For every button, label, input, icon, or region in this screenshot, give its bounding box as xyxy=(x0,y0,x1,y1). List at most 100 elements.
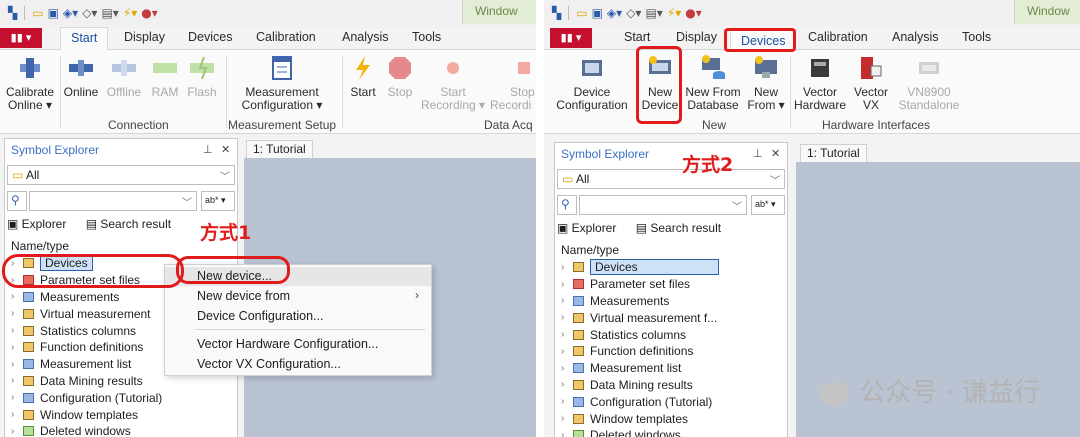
tab-analysis[interactable]: Analysis xyxy=(892,30,939,44)
close-icon[interactable]: ✕ xyxy=(221,143,230,156)
file-button[interactable]: ▮▮ ▾ xyxy=(550,28,592,48)
tab-analysis[interactable]: Analysis xyxy=(342,30,389,44)
find-icon[interactable]: ⚲ xyxy=(557,195,577,215)
tab-display[interactable]: Display xyxy=(676,30,717,44)
tree-item-deleted-windows[interactable]: › Deleted windows xyxy=(561,427,781,437)
start-button[interactable]: Start xyxy=(346,54,380,99)
close-icon[interactable]: ✕ xyxy=(771,147,780,160)
tree-item-virtual-measurement[interactable]: › Virtual measurement f... xyxy=(561,309,781,326)
submenu-arrow-icon: › xyxy=(415,288,419,302)
symbol-explorer-title: Symbol Explorer ⊥ ✕ xyxy=(561,147,781,161)
document-tab[interactable]: 1: Tutorial xyxy=(800,144,867,162)
open-icon[interactable]: ▭ xyxy=(576,6,587,20)
annotation-circle-new-device xyxy=(176,256,290,284)
save-icon[interactable]: ▣ xyxy=(48,6,59,20)
column-header: Name/type xyxy=(561,243,620,257)
group-new: New xyxy=(702,118,727,132)
window-tab[interactable]: Window xyxy=(1014,0,1080,24)
tab-start[interactable]: Start xyxy=(624,30,650,44)
lightning-icon[interactable]: ⚡▾ xyxy=(667,6,681,20)
filter-dropdown[interactable]: ▭ All ﹀ xyxy=(7,165,235,185)
subtab-search-result[interactable]: ▤ Search result xyxy=(636,221,729,235)
menu-item-new-device-from[interactable]: New device from › xyxy=(165,287,431,306)
vector-vx-button[interactable]: Vector VX xyxy=(850,54,892,112)
tab-calibration[interactable]: Calibration xyxy=(256,30,316,44)
lightning-icon xyxy=(356,56,370,80)
flash-icon xyxy=(190,56,214,80)
tab-calibration[interactable]: Calibration xyxy=(808,30,868,44)
tree-item-devices[interactable]: › Devices xyxy=(561,259,781,276)
tree-item-deleted-windows[interactable]: › Deleted windows xyxy=(11,423,231,437)
lightning-icon[interactable]: ⚡▾ xyxy=(123,6,137,20)
tab-tools[interactable]: Tools xyxy=(962,30,991,44)
tree-item-function-definitions[interactable]: › Function definitions xyxy=(561,343,781,360)
stop-recording-button[interactable]: Stop Recordi xyxy=(490,54,536,112)
offline-icon xyxy=(112,60,136,76)
device-configuration-button[interactable]: Device Configuration xyxy=(550,54,634,112)
filter-dropdown[interactable]: ▭ All ﹀ xyxy=(557,169,785,189)
menu-item-vector-vx-configuration[interactable]: Vector VX Configuration... xyxy=(165,355,431,374)
pin-icon[interactable]: ⊥ xyxy=(753,147,763,160)
subtab-search-result[interactable]: ▤ Search result xyxy=(86,217,179,231)
start-recording-button[interactable]: Start Recording ▾ xyxy=(420,54,486,112)
document-tab[interactable]: 1: Tutorial xyxy=(246,140,313,158)
connect-icon[interactable]: ◈▾ xyxy=(607,6,622,20)
watermark: 公众号 · 谦益行 xyxy=(819,372,1040,409)
device-configuration-icon xyxy=(582,60,602,76)
group-data-acq: Data Acq xyxy=(484,118,533,132)
offline-button[interactable]: Offline xyxy=(104,54,144,99)
tree-item-window-templates[interactable]: › Window templates xyxy=(11,406,231,423)
tree-item-parameter-set-files[interactable]: › Parameter set files xyxy=(561,276,781,293)
tree-item-configuration[interactable]: › Configuration (Tutorial) xyxy=(561,393,781,410)
tree-item-measurements[interactable]: › Measurements xyxy=(561,293,781,310)
tree-item-configuration[interactable]: › Configuration (Tutorial) xyxy=(11,389,231,406)
online-button[interactable]: Online xyxy=(62,54,100,99)
tab-start-active[interactable]: Start xyxy=(60,27,109,51)
search-input[interactable]: ﹀ xyxy=(579,195,747,215)
measurement-configuration-button[interactable]: Measurement Configuration ▾ xyxy=(232,54,332,112)
record-icon[interactable]: ●▾ xyxy=(685,6,702,20)
ram-button[interactable]: RAM xyxy=(148,54,182,99)
app-icon: ▚ xyxy=(552,6,562,20)
menu-item-vector-hardware-configuration[interactable]: Vector Hardware Configuration... xyxy=(165,335,431,354)
flash-button[interactable]: Flash xyxy=(184,54,220,99)
stop-record-icon xyxy=(518,62,530,74)
tab-display[interactable]: Display xyxy=(124,30,165,44)
disconnect-icon[interactable]: ◇▾ xyxy=(626,6,641,20)
quick-access-toolbar: ▚ ▭ ▣ ◈▾ ◇▾ ▤▾ ⚡▾ ●▾ xyxy=(0,0,536,26)
save-icon[interactable]: ▣ xyxy=(592,6,603,20)
disconnect-icon[interactable]: ◇▾ xyxy=(82,6,97,20)
tree-item-window-templates[interactable]: › Window templates xyxy=(561,410,781,427)
explorer-subtabs: ▣ Explorer ▤ Search result xyxy=(7,217,187,235)
connect-icon[interactable]: ◈▾ xyxy=(63,6,78,20)
tab-tools[interactable]: Tools xyxy=(412,30,441,44)
tree-item-data-mining-results[interactable]: › Data Mining results xyxy=(561,377,781,394)
new-from-database-button[interactable]: New From Database xyxy=(684,54,742,112)
vector-hardware-button[interactable]: Vector Hardware xyxy=(794,54,846,112)
file-button[interactable]: ▮▮ ▾ xyxy=(0,28,42,48)
new-from-button[interactable]: New From ▾ xyxy=(746,54,786,112)
new-from-icon xyxy=(755,56,777,78)
vn8900-standalone-button[interactable]: VN8900 Standalone xyxy=(894,54,964,112)
record-icon[interactable]: ●▾ xyxy=(141,6,158,20)
ribbon: Calibrate Online ▾ Online Offline RAM Fla… xyxy=(0,50,536,134)
ab-filter-button[interactable]: ab* ▾ xyxy=(751,195,785,215)
menu-item-device-configuration[interactable]: Device Configuration... xyxy=(165,307,431,326)
wechat-icon xyxy=(819,381,850,406)
calibrate-online-button[interactable]: Calibrate Online ▾ xyxy=(2,54,58,112)
window-tab[interactable]: Window xyxy=(462,0,536,24)
open-icon[interactable]: ▭ xyxy=(32,6,43,20)
stop-button[interactable]: Stop xyxy=(384,54,416,99)
search-input[interactable]: ﹀ xyxy=(29,191,197,211)
tab-devices[interactable]: Devices xyxy=(188,30,232,44)
ab-filter-button[interactable]: ab* ▾ xyxy=(201,191,235,211)
window-icon[interactable]: ▤▾ xyxy=(645,6,662,20)
pin-icon[interactable]: ⊥ xyxy=(203,143,213,156)
window-icon[interactable]: ▤▾ xyxy=(101,6,118,20)
subtab-explorer[interactable]: ▣ Explorer xyxy=(7,217,74,231)
tree-item-statistics-columns[interactable]: › Statistics columns xyxy=(561,326,781,343)
calibrate-icon xyxy=(20,58,40,78)
subtab-explorer[interactable]: ▣ Explorer xyxy=(557,221,624,235)
find-icon[interactable]: ⚲ xyxy=(7,191,27,211)
tree-item-measurement-list[interactable]: › Measurement list xyxy=(561,360,781,377)
